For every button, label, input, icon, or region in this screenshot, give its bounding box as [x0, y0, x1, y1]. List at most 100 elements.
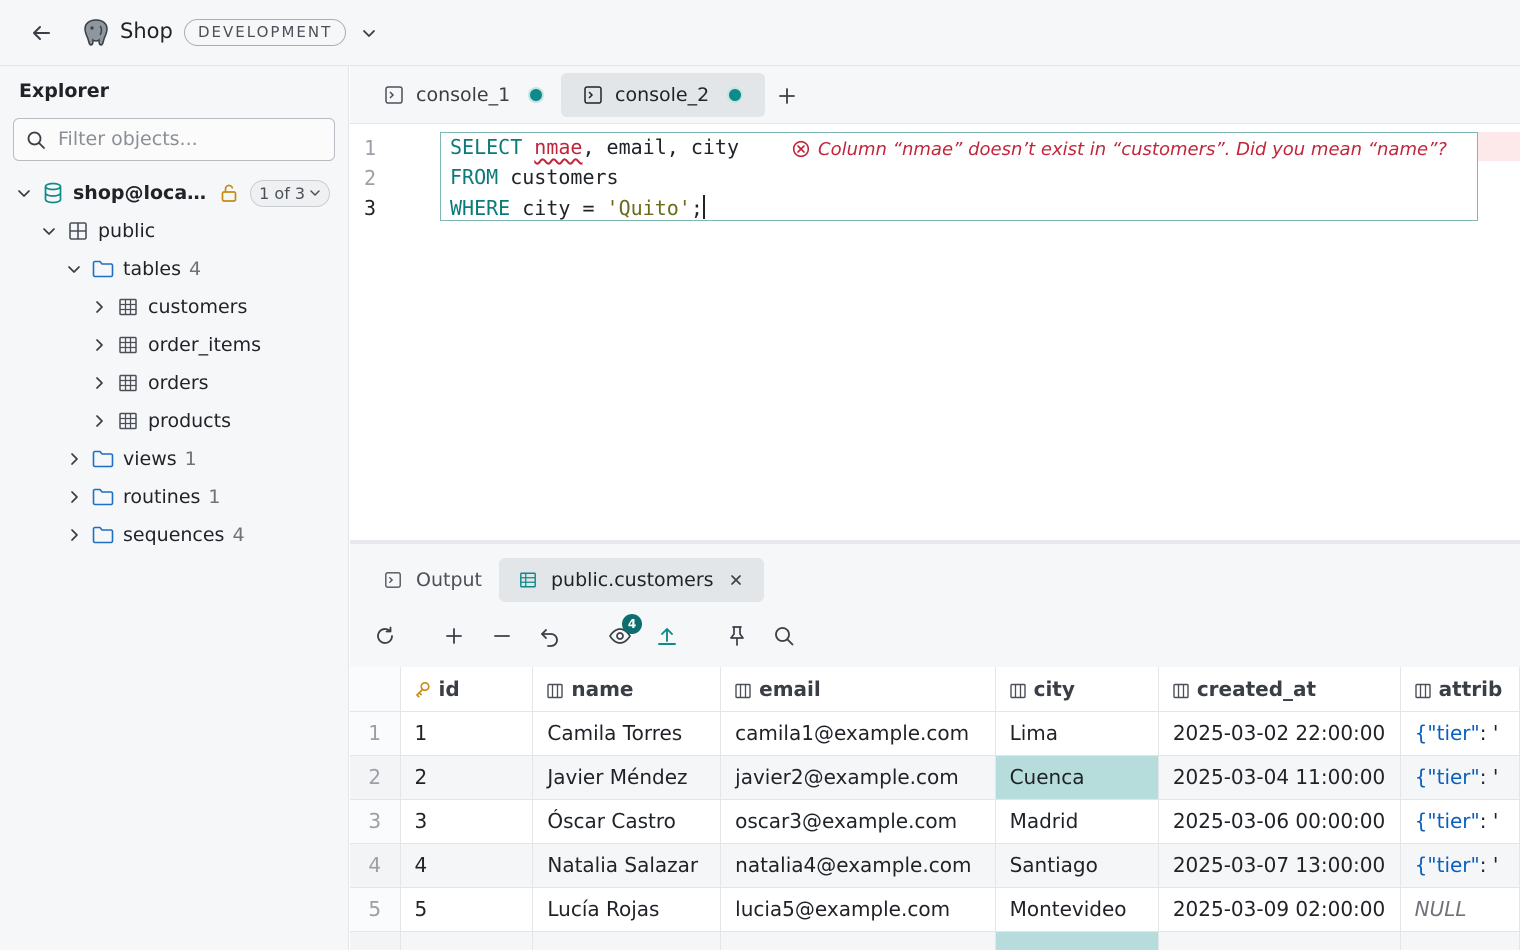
cell-city[interactable]: Montevideo: [995, 887, 1159, 932]
tree-item-connection[interactable]: shop@loca… 1 of 3: [13, 175, 331, 211]
column-header-city[interactable]: city: [995, 667, 1159, 712]
search-results-button[interactable]: [770, 622, 798, 650]
line-number: 1: [364, 136, 377, 160]
tree-item-table[interactable]: orders: [88, 365, 209, 401]
code-text: customers: [498, 165, 619, 189]
cell-city[interactable]: Santiago: [995, 843, 1159, 888]
tab-public-customers[interactable]: public.customers: [499, 558, 764, 602]
tree-item-tables-folder[interactable]: tables 4: [63, 251, 201, 287]
table-row[interactable]: 1 1 Camila Torres camila1@example.com Li…: [350, 711, 1520, 756]
cell-created-at[interactable]: [1158, 931, 1401, 950]
code-line-1[interactable]: SELECT nmae, email, city: [450, 135, 739, 159]
tab-console-1[interactable]: console_1: [362, 73, 566, 117]
column-header-attributes[interactable]: attrib: [1400, 667, 1520, 712]
cell-created-at[interactable]: 2025-03-07 13:00:00: [1158, 843, 1401, 888]
cell-attributes[interactable]: {"tier": ': [1400, 711, 1520, 756]
cell-city[interactable]: Madrid: [995, 799, 1159, 844]
cell-email[interactable]: [720, 931, 996, 950]
cell-attributes[interactable]: {"tier": ': [1400, 843, 1520, 888]
chevron-right-icon[interactable]: [63, 486, 85, 508]
close-tab-button[interactable]: [728, 572, 744, 588]
cell-attributes-null[interactable]: NULL: [1400, 887, 1520, 932]
chevron-right-icon[interactable]: [63, 524, 85, 546]
cell-id[interactable]: 4: [400, 843, 534, 888]
connection-count-badge[interactable]: 1 of 3: [250, 179, 331, 207]
cell-id[interactable]: 1: [400, 711, 534, 756]
code-line-3[interactable]: WHERE city = 'Quito';: [450, 195, 705, 220]
table-row[interactable]: 5 5 Lucía Rojas lucia5@example.com Monte…: [350, 887, 1520, 932]
chevron-down-icon[interactable]: [13, 182, 35, 204]
cell-created-at[interactable]: 2025-03-04 11:00:00: [1158, 755, 1401, 800]
environment-dropdown-button[interactable]: [358, 22, 380, 44]
column-header-created-at[interactable]: created_at: [1158, 667, 1401, 712]
cell-name[interactable]: [532, 931, 722, 950]
tree-item-schema-public[interactable]: public: [38, 213, 155, 249]
chevron-right-icon[interactable]: [88, 410, 110, 432]
cell-name[interactable]: Lucía Rojas: [532, 887, 722, 932]
chevron-right-icon[interactable]: [88, 372, 110, 394]
delete-row-button[interactable]: [488, 622, 516, 650]
cell-email[interactable]: natalia4@example.com: [720, 843, 996, 888]
submit-changes-button[interactable]: [653, 622, 681, 650]
refresh-button[interactable]: [371, 622, 399, 650]
cell-created-at[interactable]: 2025-03-09 02:00:00: [1158, 887, 1401, 932]
cell-email[interactable]: javier2@example.com: [720, 755, 996, 800]
add-row-button[interactable]: [440, 622, 468, 650]
table-row[interactable]: 2 2 Javier Méndez javier2@example.com Cu…: [350, 755, 1520, 800]
tree-item-views-folder[interactable]: views 1: [63, 441, 197, 477]
tab-output[interactable]: Output: [364, 558, 502, 602]
row-number: 3: [350, 799, 401, 844]
table-label: order_items: [148, 334, 261, 356]
table-row[interactable]: 4 4 Natalia Salazar natalia4@example.com…: [350, 843, 1520, 888]
cell-attributes[interactable]: {"tier": ': [1400, 799, 1520, 844]
cell-name[interactable]: Natalia Salazar: [532, 843, 722, 888]
cell-attributes[interactable]: [1400, 931, 1520, 950]
column-header-id[interactable]: id: [400, 667, 534, 712]
cell-id[interactable]: 5: [400, 887, 534, 932]
database-icon: [41, 181, 65, 205]
tree-item-table[interactable]: products: [88, 403, 231, 439]
cell-created-at[interactable]: 2025-03-06 00:00:00: [1158, 799, 1401, 844]
tab-console-2[interactable]: console_2: [561, 73, 766, 117]
cell-name[interactable]: Javier Méndez: [532, 755, 722, 800]
cell-email[interactable]: lucia5@example.com: [720, 887, 996, 932]
cell-name[interactable]: Camila Torres: [532, 711, 722, 756]
table-label: orders: [148, 372, 209, 394]
chevron-down-icon[interactable]: [38, 220, 60, 242]
code-line-2[interactable]: FROM customers: [450, 165, 619, 189]
chevron-down-icon[interactable]: [63, 258, 85, 280]
table-row[interactable]: 3 3 Óscar Castro oscar3@example.com Madr…: [350, 799, 1520, 844]
tree-item-table[interactable]: customers: [88, 289, 247, 325]
column-header-name[interactable]: name: [532, 667, 722, 712]
cell-city-selected[interactable]: [995, 931, 1159, 950]
cell-email[interactable]: oscar3@example.com: [720, 799, 996, 844]
tab-label: console_2: [615, 84, 710, 106]
cell-city-selected[interactable]: Cuenca: [995, 755, 1159, 800]
filter-objects-input[interactable]: [58, 125, 328, 153]
revert-button[interactable]: [536, 622, 564, 650]
cell-name[interactable]: Óscar Castro: [532, 799, 722, 844]
new-console-button[interactable]: [774, 83, 800, 109]
tree-item-routines-folder[interactable]: routines 1: [63, 479, 221, 515]
pin-button[interactable]: [723, 622, 751, 650]
tree-item-table[interactable]: order_items: [88, 327, 261, 363]
filter-objects-field[interactable]: [13, 118, 335, 161]
editor-tab-bar: console_1 console_2: [350, 66, 1520, 124]
cell-id[interactable]: [400, 931, 534, 950]
back-button[interactable]: [28, 20, 54, 46]
cell-id[interactable]: 2: [400, 755, 534, 800]
cell-attributes[interactable]: {"tier": ': [1400, 755, 1520, 800]
console-icon: [385, 86, 403, 104]
results-grid[interactable]: id name email city created_at attrib 1 1…: [350, 667, 1520, 950]
tree-item-sequences-folder[interactable]: sequences 4: [63, 517, 245, 553]
table-row-partial[interactable]: [350, 931, 1520, 950]
chevron-right-icon[interactable]: [88, 296, 110, 318]
column-header-email[interactable]: email: [720, 667, 996, 712]
cell-email[interactable]: camila1@example.com: [720, 711, 996, 756]
chevron-right-icon[interactable]: [63, 448, 85, 470]
chevron-right-icon[interactable]: [88, 334, 110, 356]
sql-editor[interactable]: 1 2 3 SELECT nmae, email, city FROM cust…: [350, 124, 1520, 540]
cell-city[interactable]: Lima: [995, 711, 1159, 756]
cell-created-at[interactable]: 2025-03-02 22:00:00: [1158, 711, 1401, 756]
cell-id[interactable]: 3: [400, 799, 534, 844]
